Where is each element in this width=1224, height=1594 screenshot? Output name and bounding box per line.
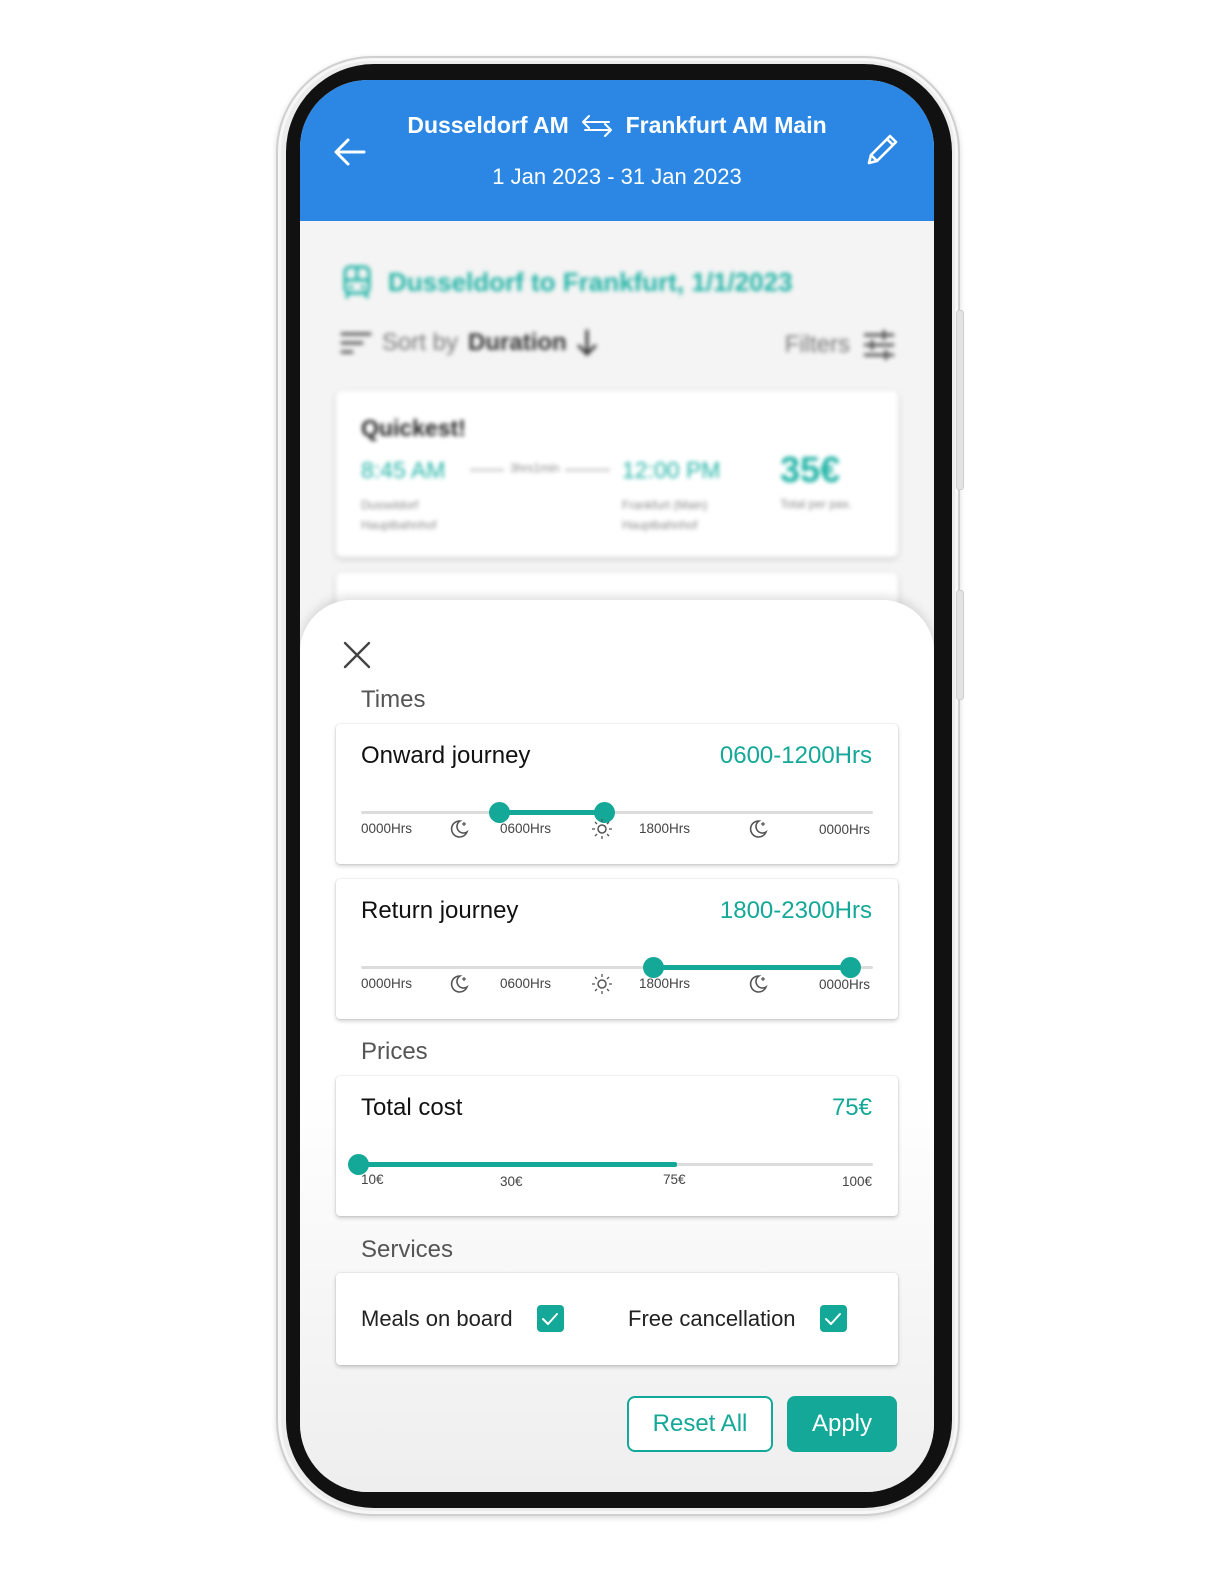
service-label: Free cancellation — [628, 1305, 796, 1331]
tick-label: 100€ — [842, 1174, 873, 1189]
sort-value: Duration — [468, 329, 567, 356]
date-range: 1 Jan 2023 - 31 Jan 2023 — [492, 164, 742, 189]
tick-label: 0000Hrs — [361, 976, 413, 991]
slider-start-thumb[interactable] — [489, 802, 511, 823]
tick-label: 0000Hrs — [819, 822, 871, 837]
return-time-slider[interactable] — [361, 957, 873, 978]
sort-lines-icon — [340, 332, 372, 354]
moon-icon — [749, 975, 768, 993]
close-icon[interactable] — [340, 638, 374, 672]
services-section-label: Services — [361, 1236, 454, 1263]
total-cost-slider[interactable] — [348, 1154, 873, 1175]
tick-label: 75€ — [663, 1172, 686, 1187]
swap-arrows-icon — [582, 115, 613, 137]
total-cost-card: Total cost 75€ 10€ 30€ 75€ 100€ — [336, 1076, 898, 1216]
onward-time-slider[interactable] — [361, 802, 873, 823]
services-card: Meals on board Free cancellation — [336, 1273, 898, 1365]
slider-end-thumb[interactable] — [839, 957, 861, 978]
checkmark-icon — [542, 1312, 559, 1325]
slider-track — [361, 811, 873, 814]
prices-section-label: Prices — [361, 1038, 428, 1065]
result-badge: Quickest! — [361, 415, 466, 441]
arrival-time: 12:00 PM — [622, 457, 721, 483]
sliders-icon — [864, 330, 894, 360]
tick-label: 0000Hrs — [361, 821, 413, 836]
return-journey-card: Return journey 1800-2300Hrs 0000Hrs 0600… — [336, 879, 898, 1019]
slider-fill — [652, 965, 850, 970]
route-title: Dusseldorf AM Frankfurt AM Main — [300, 112, 934, 139]
results-title: Dusseldorf to Frankfurt, 1/1/2023 — [340, 265, 793, 299]
filters-button[interactable]: Filters — [785, 329, 896, 361]
results-title-text: Dusseldorf to Frankfurt, 1/1/2023 — [388, 266, 793, 297]
return-journey-title: Return journey — [361, 897, 519, 924]
sun-icon — [592, 819, 612, 839]
tick-label: 1800Hrs — [639, 821, 691, 836]
price-note: Total per pax. — [780, 497, 853, 511]
onward-journey-value: 0600-1200Hrs — [719, 742, 872, 769]
result-price: 35€ — [780, 449, 841, 490]
apply-button[interactable]: Apply — [787, 1396, 897, 1452]
times-section-label: Times — [361, 686, 426, 713]
return-journey-value: 1800-2300Hrs — [719, 897, 872, 924]
slider-start-thumb[interactable] — [642, 957, 664, 978]
destination-station: Frankfurt AM Main — [625, 112, 827, 138]
tick-label: 0000Hrs — [819, 977, 871, 992]
checkbox-checked[interactable] — [819, 1305, 847, 1332]
slider-fill — [499, 810, 605, 815]
meals-on-board-option[interactable]: Meals on board — [361, 1305, 564, 1332]
tick-label: 30€ — [500, 1174, 523, 1189]
moon-icon — [749, 820, 768, 838]
tick-label: 10€ — [361, 1172, 384, 1187]
train-icon — [343, 265, 371, 299]
moon-icon — [450, 820, 469, 838]
phone-volume-button — [956, 310, 964, 490]
app-header: Dusseldorf AM Frankfurt AM Main 1 Jan 20… — [300, 80, 934, 221]
reset-all-button[interactable]: Reset All — [627, 1396, 773, 1452]
service-label: Meals on board — [361, 1305, 513, 1331]
total-cost-title: Total cost — [361, 1094, 463, 1121]
filter-sheet: Times Onward journey 0600-1200Hrs 0000Hr… — [300, 600, 934, 1492]
arrow-down-icon — [577, 329, 597, 357]
tick-label: 0600Hrs — [500, 821, 552, 836]
origin-station: Dusseldorf AM — [407, 112, 569, 138]
onward-journey-title: Onward journey — [361, 742, 531, 769]
departure-station: Dusseldorf Hauptbahnhof — [361, 498, 437, 532]
total-cost-value: 75€ — [831, 1094, 872, 1121]
sort-control[interactable]: Sort by Duration — [340, 329, 597, 357]
result-card[interactable]: Quickest! 8:45 AM 3hrs1min 12:00 PM Duss… — [336, 391, 898, 557]
arrival-station: Frankfurt (Main) Hauptbahnhof — [622, 498, 708, 532]
onward-journey-card: Onward journey 0600-1200Hrs 0000Hrs 0600… — [336, 724, 898, 864]
duration: 3hrs1min — [504, 461, 566, 475]
checkbox-checked[interactable] — [536, 1305, 564, 1332]
sun-icon — [592, 974, 612, 994]
sort-prefix: Sort by — [382, 329, 459, 356]
pencil-icon[interactable] — [862, 130, 902, 170]
slider-fill — [358, 1162, 678, 1167]
free-cancellation-option[interactable]: Free cancellation — [628, 1305, 847, 1332]
departure-time: 8:45 AM — [361, 457, 446, 483]
tick-label: 0600Hrs — [500, 976, 552, 991]
phone-screen: Dusseldorf AM Frankfurt AM Main 1 Jan 20… — [300, 80, 934, 1492]
filters-label: Filters — [784, 331, 850, 358]
tick-label: 1800Hrs — [639, 976, 691, 991]
moon-icon — [450, 975, 469, 993]
phone-power-button — [956, 590, 964, 700]
checkmark-icon — [825, 1312, 842, 1325]
